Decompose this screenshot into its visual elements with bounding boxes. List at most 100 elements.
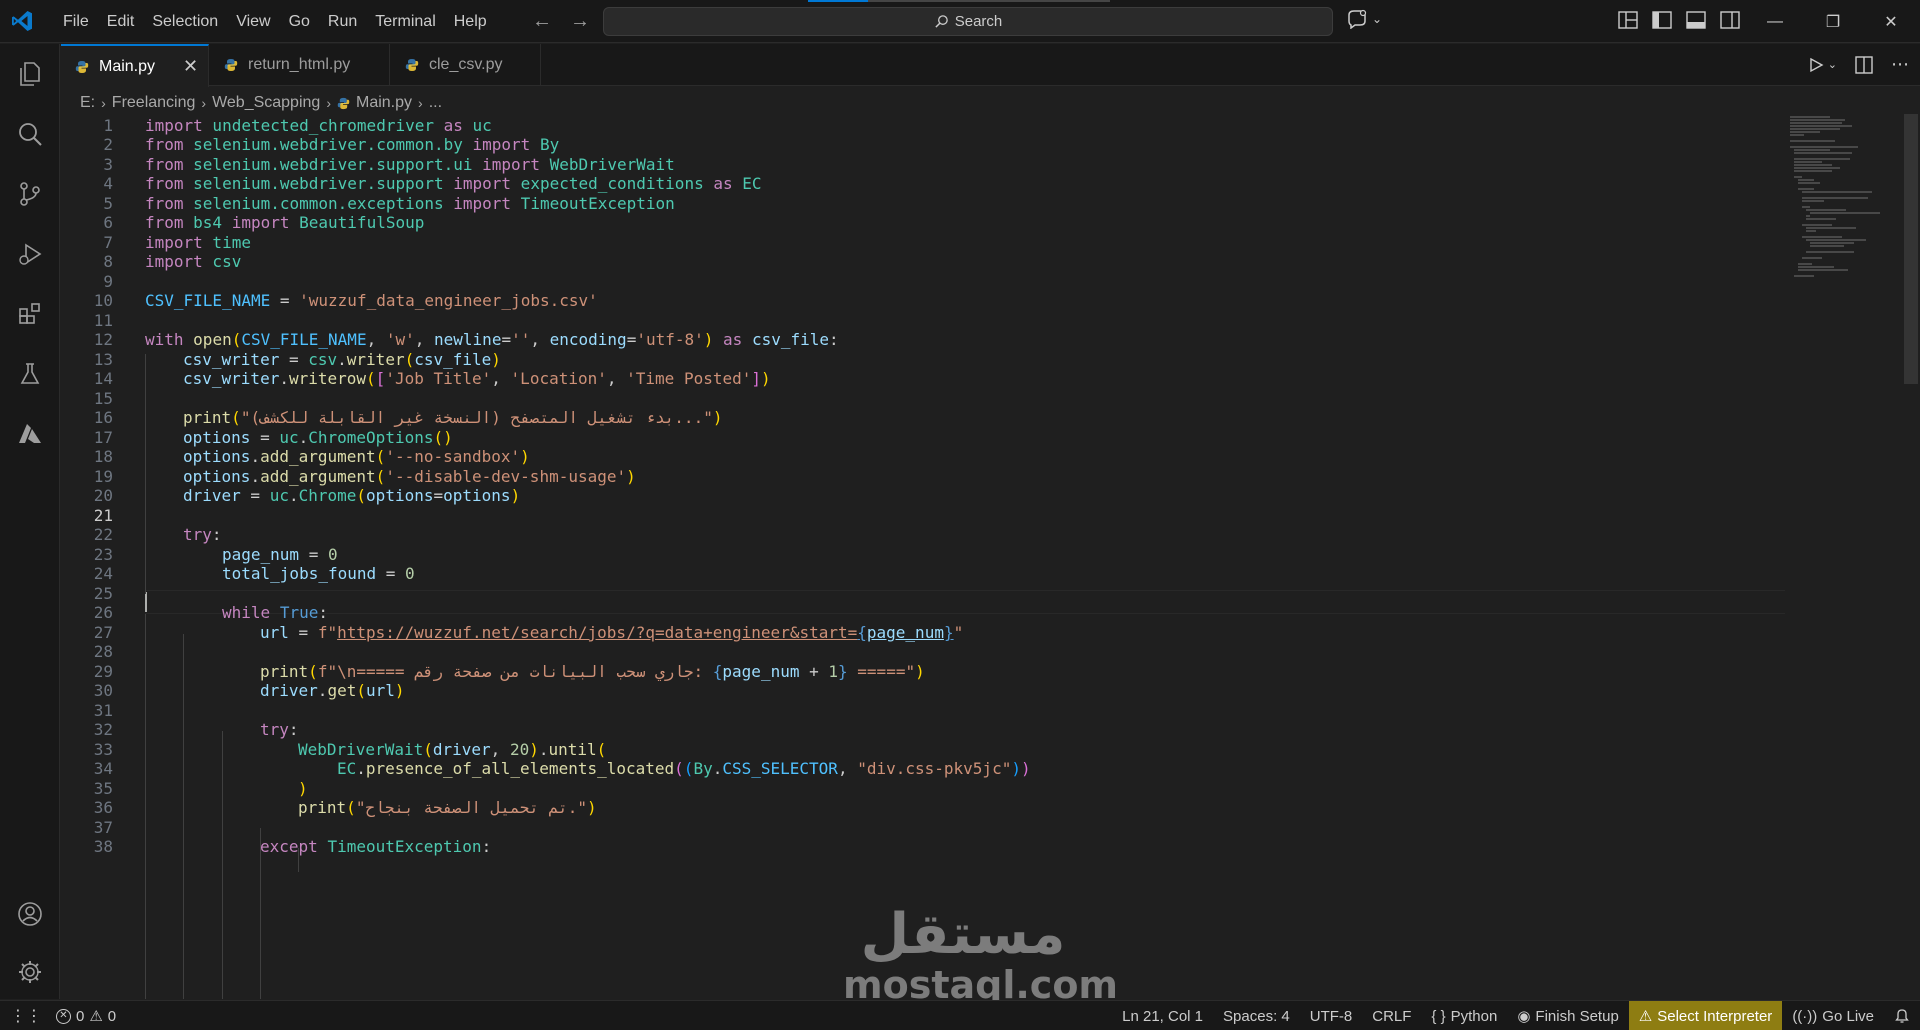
minimap-line [1790, 119, 1845, 121]
run-debug-icon [19, 243, 42, 265]
window-controls: — ❐ ✕ [1746, 0, 1920, 43]
toggle-primary-sidebar-icon[interactable] [1652, 11, 1672, 29]
explorer-button[interactable] [14, 58, 46, 90]
line-number: 38 [93, 837, 113, 856]
toggle-panel-icon[interactable] [1686, 11, 1706, 29]
tab-label: Main.py [99, 57, 156, 75]
python-file-icon [224, 59, 238, 71]
minimap-line [1806, 230, 1816, 232]
python-file-icon [75, 60, 89, 73]
breadcrumb-drive[interactable]: E: [80, 94, 95, 112]
select-interpreter-button[interactable]: ⚠ Select Interpreter [1628, 1001, 1783, 1030]
code-line: 38 except TimeoutException: [61, 835, 1781, 859]
code-editor[interactable]: 1 import undetected_chromedriver as uc 2f… [61, 114, 1920, 999]
menu-edit[interactable]: Edit [98, 0, 144, 43]
search-view-button[interactable] [14, 118, 46, 150]
testing-button[interactable] [14, 358, 46, 390]
minimap-line [1794, 158, 1850, 160]
vertical-scrollbar-thumb[interactable] [1904, 114, 1918, 384]
copilot-icon: ◉ [1517, 1008, 1531, 1025]
minimap-line [1790, 146, 1858, 148]
minimap-line [1810, 212, 1880, 214]
menu-help[interactable]: Help [445, 0, 496, 43]
command-center-search[interactable]: Search [603, 7, 1333, 36]
chevron-right-icon: › [418, 95, 423, 111]
restore-button[interactable]: ❐ [1804, 0, 1862, 43]
minimap-line [1794, 164, 1832, 166]
go-live-label: Go Live [1822, 1007, 1874, 1025]
minimap-line [1802, 200, 1824, 202]
menu-terminal[interactable]: Terminal [366, 0, 444, 43]
copilot-menu[interactable]: ⌄ [1346, 9, 1382, 29]
run-debug-button[interactable] [14, 238, 46, 270]
minimap-line [1794, 167, 1840, 169]
go-live-button[interactable]: ((·)) Go Live [1782, 1001, 1884, 1030]
breadcrumb-symbol[interactable]: ... [429, 94, 442, 112]
minimap-line [1798, 179, 1814, 181]
accounts-button[interactable] [14, 898, 46, 930]
problems-indicator[interactable]: ✕ 0 ⚠ 0 [56, 1001, 116, 1030]
chevron-right-icon: › [101, 95, 106, 111]
language-mode[interactable]: { } Python [1421, 1001, 1507, 1030]
tab-main-py[interactable]: Main.py ✕ [61, 44, 209, 87]
end-of-line[interactable]: CRLF [1362, 1001, 1421, 1030]
minimap-line [1798, 266, 1834, 268]
minimap-line [1802, 197, 1868, 199]
search-icon [19, 123, 42, 146]
minimap-line [1794, 170, 1832, 172]
cursor-position[interactable]: Ln 21, Col 1 [1112, 1001, 1213, 1030]
menu-run[interactable]: Run [319, 0, 366, 43]
menu-selection[interactable]: Selection [143, 0, 227, 43]
minimize-icon: — [1767, 12, 1783, 30]
status-bar: ⋮⋮ ✕ 0 ⚠ 0 Ln 21, Col 1 Spaces: 4 UTF-8 … [0, 1000, 1920, 1030]
customize-layout-icon[interactable] [1618, 11, 1638, 29]
menu-go[interactable]: Go [280, 0, 319, 43]
minimap-line [1802, 224, 1832, 226]
tab-label: cle_csv.py [429, 56, 503, 73]
menu-file[interactable]: File [54, 0, 98, 43]
chevron-right-icon: › [326, 95, 331, 111]
extensions-icon [19, 303, 40, 324]
breadcrumb-file[interactable]: Main.py [356, 94, 412, 112]
remote-icon[interactable]: ⋮⋮ [10, 1006, 42, 1026]
chevron-down-icon: ⌄ [1827, 59, 1837, 71]
azure-button[interactable] [14, 418, 46, 450]
minimap-line [1806, 227, 1856, 229]
activity-bar [0, 44, 60, 999]
run-python-file-button[interactable]: ⌄ [1808, 57, 1837, 73]
search-progress-accent [808, 0, 868, 2]
indentation[interactable]: Spaces: 4 [1213, 1001, 1300, 1030]
source-control-button[interactable] [14, 178, 46, 210]
tab-return-html-py[interactable]: return_html.py [210, 44, 390, 86]
close-window-button[interactable]: ✕ [1862, 0, 1920, 43]
python-file-icon [337, 97, 350, 109]
minimize-button[interactable]: — [1746, 0, 1804, 43]
tab-label: return_html.py [248, 56, 351, 73]
chevron-right-icon: › [201, 95, 207, 111]
manage-button[interactable] [14, 956, 46, 988]
minimap-line [1790, 125, 1852, 127]
split-editor-icon[interactable] [1855, 55, 1873, 74]
back-arrow-icon[interactable]: ← [532, 10, 552, 33]
file-encoding[interactable]: UTF-8 [1300, 1001, 1363, 1030]
more-icon[interactable]: ⋯ [1891, 54, 1910, 75]
extensions-button[interactable] [14, 298, 46, 330]
close-icon[interactable]: ✕ [183, 56, 198, 77]
finish-setup-button[interactable]: ◉ Finish Setup [1507, 1001, 1628, 1030]
minimap-line [1790, 116, 1830, 118]
toggle-secondary-sidebar-icon[interactable] [1720, 11, 1740, 29]
minimap-line [1790, 131, 1820, 133]
tab-cle-csv-py[interactable]: cle_csv.py [391, 44, 541, 86]
breadcrumb-folder[interactable]: Web_Scapping [212, 94, 320, 112]
braces-icon: { } [1431, 1007, 1446, 1025]
minimap[interactable] [1790, 114, 1902, 294]
language-label: Python [1450, 1007, 1498, 1025]
notifications-button[interactable] [1884, 1001, 1920, 1030]
restore-icon: ❐ [1825, 13, 1841, 31]
menu-view[interactable]: View [227, 0, 279, 43]
error-icon: ✕ [56, 1008, 71, 1024]
breadcrumb-folder[interactable]: Freelancing [112, 94, 196, 112]
minimap-line [1794, 275, 1814, 277]
warning-icon: ⚠ [1638, 1008, 1653, 1025]
forward-arrow-icon[interactable]: → [570, 10, 590, 33]
